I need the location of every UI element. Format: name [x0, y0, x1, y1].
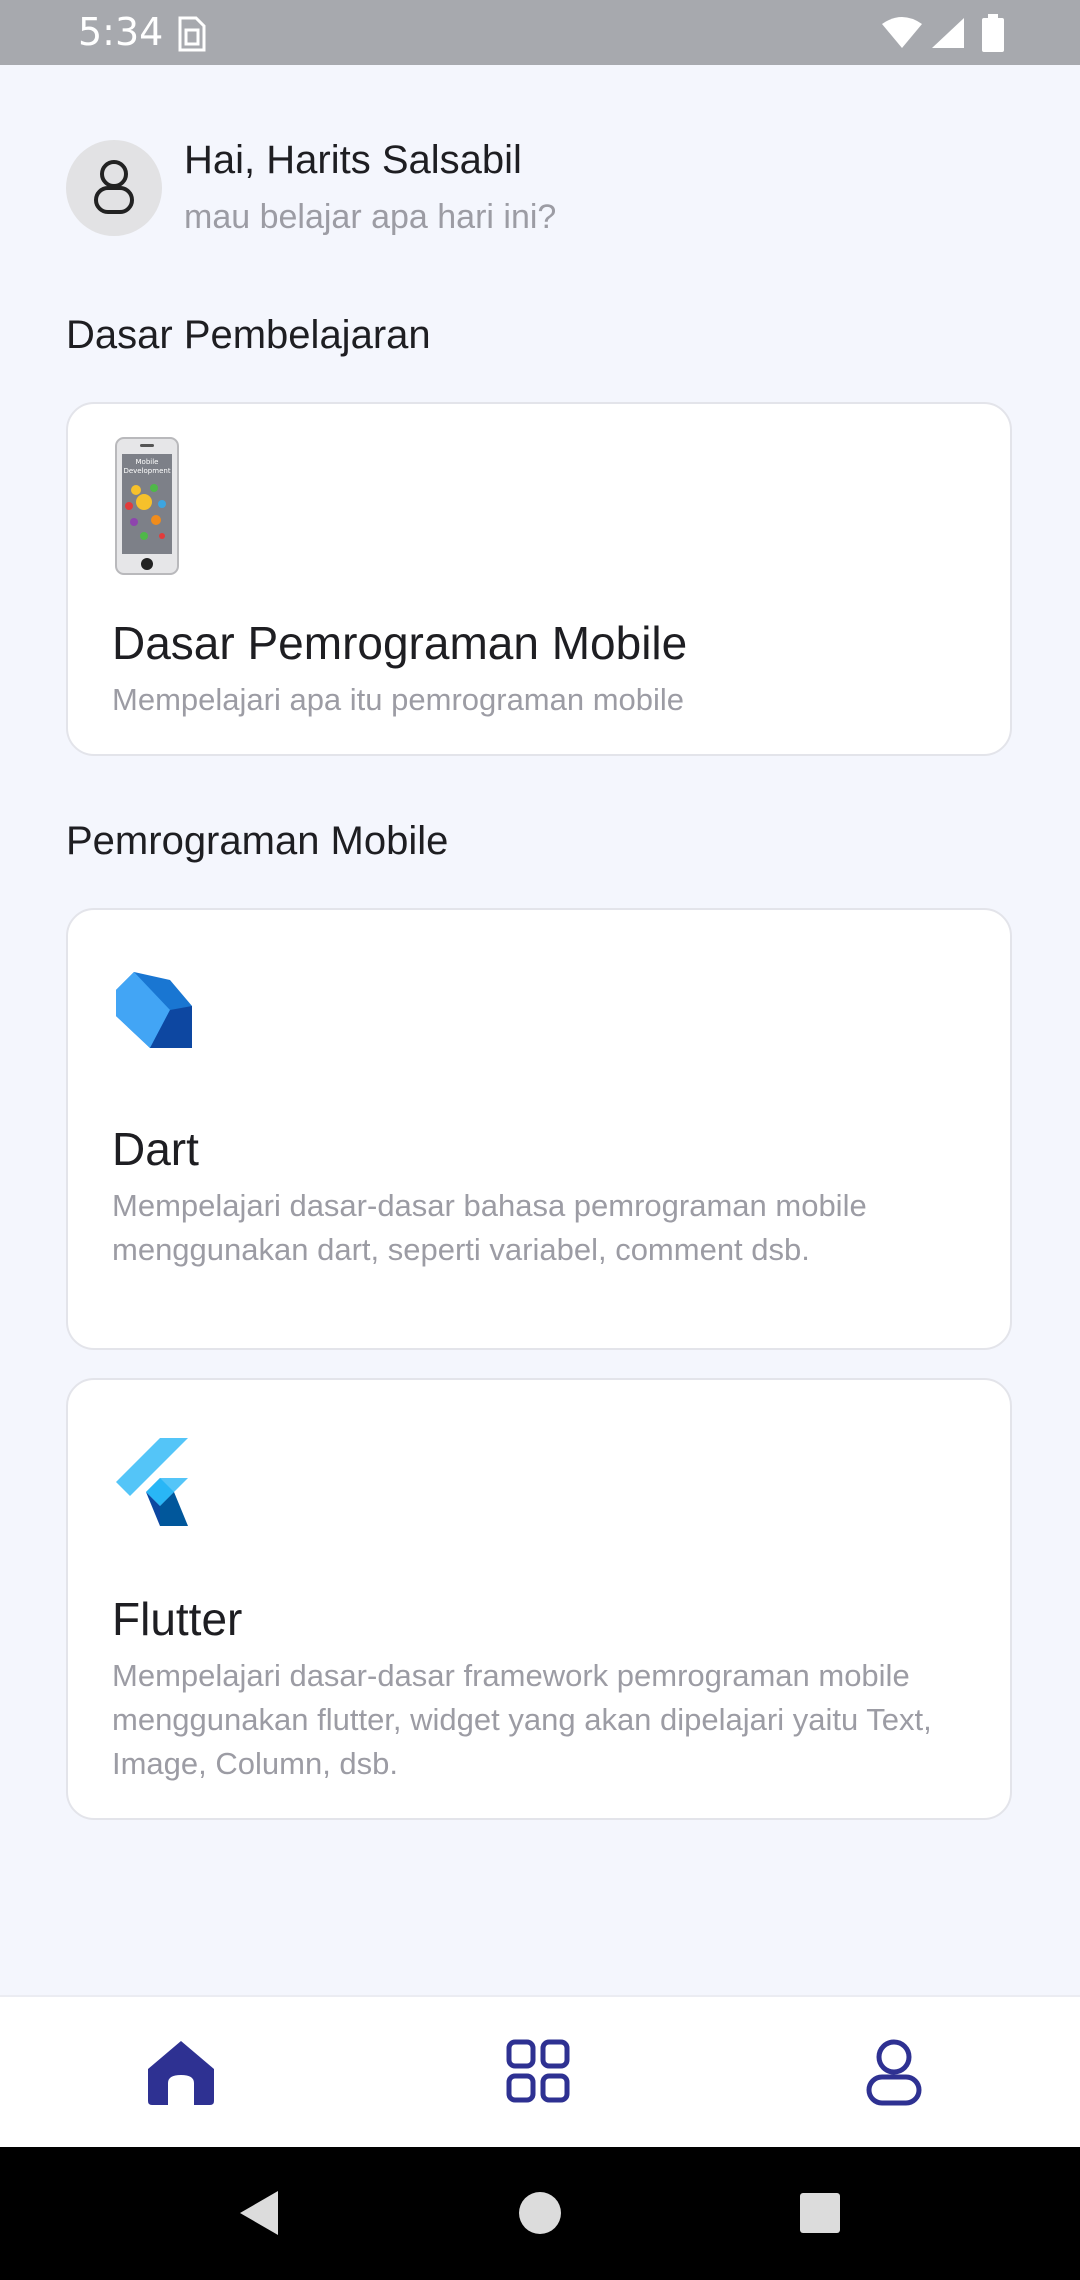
nav-item-home[interactable]: [90, 1997, 270, 2147]
sim-icon: [178, 16, 206, 52]
system-navigation-bar: [0, 2147, 1080, 2280]
greeting-header: Hai, Harits Salsabil mau belajar apa har…: [66, 138, 1026, 240]
profile-icon: [866, 2039, 922, 2106]
greeting-text: Hai, Harits Salsabil: [184, 138, 522, 182]
icon-caption-development: Development: [123, 467, 170, 475]
course-title: Dasar Pemrograman Mobile: [112, 617, 688, 669]
course-description: Mempelajari dasar-dasar bahasa pemrogram…: [112, 1188, 867, 1267]
section-title-pemrograman-mobile: Pemrograman Mobile: [66, 819, 449, 863]
recents-icon[interactable]: [790, 2183, 850, 2243]
user-icon: [94, 160, 134, 214]
back-icon[interactable]: [230, 2183, 290, 2243]
home-circle-icon[interactable]: [510, 2183, 570, 2243]
mobile-development-phone-icon: Mobile Development: [115, 437, 179, 575]
status-time: 5:34: [78, 10, 164, 54]
course-card-dasar-pemrograman-mobile[interactable]: Mobile Development Dasar Pemrograman Mob…: [66, 402, 1012, 756]
nav-item-categories[interactable]: [450, 1997, 630, 2147]
course-description: Mempelajari apa itu pemrograman mobile: [112, 682, 685, 717]
course-card-dart[interactable]: Dart Mempelajari dasar-dasar bahasa pemr…: [66, 908, 1012, 1350]
section-title-dasar-pembelajaran: Dasar Pembelajaran: [66, 313, 431, 357]
wifi-icon: [882, 17, 922, 48]
status-bar: 5:34: [0, 0, 1080, 65]
nav-item-profile[interactable]: [810, 1997, 990, 2147]
course-description: Mempelajari dasar-dasar framework pemrog…: [112, 1658, 932, 1781]
flutter-logo-icon: [116, 1438, 188, 1526]
avatar[interactable]: [66, 140, 162, 236]
battery-icon: [982, 14, 1004, 52]
bottom-navigation: [0, 1995, 1080, 2149]
greeting-subtitle: mau belajar apa hari ini?: [184, 198, 557, 236]
grid-icon: [506, 2039, 570, 2103]
signal-icon: [932, 18, 964, 48]
dart-logo-icon: [116, 972, 192, 1048]
course-card-flutter[interactable]: Flutter Mempelajari dasar-dasar framewor…: [66, 1378, 1012, 1820]
home-icon: [148, 2041, 214, 2105]
icon-caption-mobile: Mobile: [136, 458, 159, 466]
course-title: Dart: [112, 1123, 199, 1175]
course-title: Flutter: [112, 1593, 243, 1645]
